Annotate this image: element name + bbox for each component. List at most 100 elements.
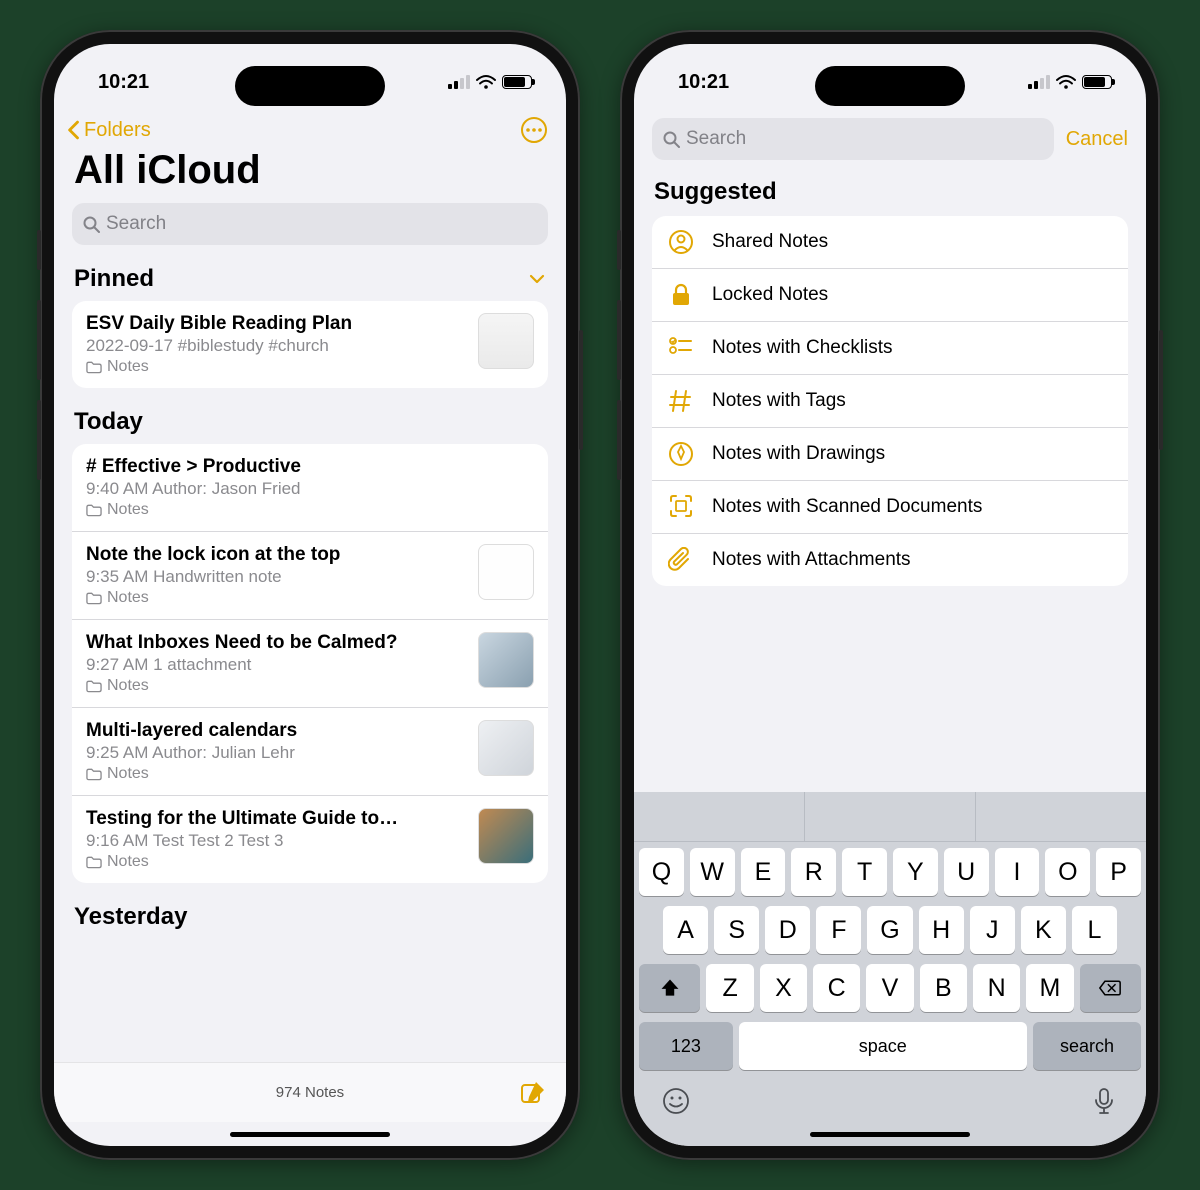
key-a[interactable]: A	[663, 906, 708, 954]
key-y[interactable]: Y	[893, 848, 938, 896]
note-row[interactable]: ESV Daily Bible Reading Plan2022-09-17 #…	[72, 301, 548, 388]
key-s[interactable]: S	[714, 906, 759, 954]
pinned-header[interactable]: Pinned	[54, 245, 566, 301]
note-folder: Notes	[86, 765, 468, 783]
keyboard: QWERTYUIOP ASDFGHJKL ZXCVBNM 123 space s…	[634, 792, 1146, 1122]
suggested-label: Notes with Checklists	[712, 337, 893, 359]
nav-bar: Folders	[54, 112, 566, 144]
status-time: 10:21	[678, 71, 729, 94]
note-thumbnail	[478, 632, 534, 688]
note-row[interactable]: What Inboxes Need to be Calmed?9:27 AM 1…	[72, 619, 548, 707]
suggested-item[interactable]: Notes with Drawings	[652, 427, 1128, 480]
folder-icon	[86, 360, 102, 374]
predictive-bar[interactable]	[634, 792, 1146, 842]
suggested-item[interactable]: Shared Notes	[652, 216, 1128, 268]
suggested-header: Suggested	[634, 172, 1146, 216]
note-subtitle: 9:25 AM Author: Julian Lehr	[86, 743, 468, 763]
key-f[interactable]: F	[816, 906, 861, 954]
suggested-label: Notes with Tags	[712, 390, 846, 412]
key-j[interactable]: J	[970, 906, 1015, 954]
note-title: Note the lock icon at the top	[86, 544, 468, 566]
key-i[interactable]: I	[995, 848, 1040, 896]
key-l[interactable]: L	[1072, 906, 1117, 954]
key-u[interactable]: U	[944, 848, 989, 896]
key-t[interactable]: T	[842, 848, 887, 896]
key-d[interactable]: D	[765, 906, 810, 954]
key-q[interactable]: Q	[639, 848, 684, 896]
folder-icon	[86, 767, 102, 781]
key-return[interactable]: search	[1033, 1022, 1141, 1070]
note-thumbnail	[478, 720, 534, 776]
search-icon	[662, 130, 680, 148]
suggested-label: Notes with Drawings	[712, 443, 885, 465]
key-c[interactable]: C	[813, 964, 860, 1012]
lock-icon	[668, 282, 694, 308]
key-b[interactable]: B	[920, 964, 967, 1012]
note-row[interactable]: Testing for the Ultimate Guide to…9:16 A…	[72, 795, 548, 883]
key-o[interactable]: O	[1045, 848, 1090, 896]
suggested-item[interactable]: Locked Notes	[652, 268, 1128, 321]
note-title: What Inboxes Need to be Calmed?	[86, 632, 468, 654]
key-w[interactable]: W	[690, 848, 735, 896]
key-h[interactable]: H	[919, 906, 964, 954]
note-row[interactable]: Multi-layered calendars9:25 AM Author: J…	[72, 707, 548, 795]
dictation-button[interactable]	[1089, 1086, 1119, 1116]
suggested-list: Shared Notes Locked Notes Notes with Check…	[652, 216, 1128, 586]
drawing-icon	[668, 441, 694, 467]
key-space[interactable]: space	[739, 1022, 1027, 1070]
note-title: # Effective > Productive	[86, 456, 534, 478]
note-row[interactable]: # Effective > Productive9:40 AM Author: …	[72, 444, 548, 531]
bottom-toolbar: 974 Notes	[54, 1062, 566, 1122]
key-x[interactable]: X	[760, 964, 807, 1012]
note-folder: Notes	[86, 501, 534, 519]
note-row[interactable]: Note the lock icon at the top9:35 AM Han…	[72, 531, 548, 619]
suggested-label: Shared Notes	[712, 231, 828, 253]
suggested-item[interactable]: Notes with Attachments	[652, 533, 1128, 586]
folder-icon	[86, 679, 102, 693]
key-z[interactable]: Z	[706, 964, 753, 1012]
note-subtitle: 9:16 AM Test Test 2 Test 3	[86, 831, 468, 851]
attach-icon	[668, 547, 694, 573]
suggested-label: Notes with Attachments	[712, 549, 911, 571]
search-field[interactable]: Search	[72, 203, 548, 245]
home-indicator[interactable]	[54, 1122, 566, 1146]
key-k[interactable]: K	[1021, 906, 1066, 954]
suggested-item[interactable]: Notes with Scanned Documents	[652, 480, 1128, 533]
checklist-icon	[668, 335, 694, 361]
note-thumbnail	[478, 808, 534, 864]
key-p[interactable]: P	[1096, 848, 1141, 896]
key-v[interactable]: V	[866, 964, 913, 1012]
cellular-icon	[1028, 75, 1050, 89]
more-button[interactable]	[520, 116, 548, 144]
suggested-item[interactable]: Notes with Checklists	[652, 321, 1128, 374]
wifi-icon	[1056, 74, 1076, 90]
emoji-button[interactable]	[661, 1086, 691, 1116]
note-thumbnail	[478, 544, 534, 600]
key-123[interactable]: 123	[639, 1022, 733, 1070]
cancel-button[interactable]: Cancel	[1066, 128, 1128, 151]
search-field[interactable]: Search	[652, 118, 1054, 160]
key-e[interactable]: E	[741, 848, 786, 896]
search-nav: Search Cancel	[634, 112, 1146, 172]
key-delete[interactable]	[1080, 964, 1141, 1012]
back-button[interactable]: Folders	[64, 118, 151, 142]
search-placeholder: Search	[106, 213, 166, 235]
key-n[interactable]: N	[973, 964, 1020, 1012]
suggested-item[interactable]: Notes with Tags	[652, 374, 1128, 427]
key-r[interactable]: R	[791, 848, 836, 896]
battery-icon	[1082, 75, 1112, 89]
compose-button[interactable]	[520, 1080, 546, 1106]
key-m[interactable]: M	[1026, 964, 1073, 1012]
note-title: Testing for the Ultimate Guide to…	[86, 808, 468, 830]
dynamic-island	[815, 66, 965, 106]
key-shift[interactable]	[639, 964, 700, 1012]
battery-icon	[502, 75, 532, 89]
note-subtitle: 2022-09-17 #biblestudy #church	[86, 336, 468, 356]
dynamic-island	[235, 66, 385, 106]
key-g[interactable]: G	[867, 906, 912, 954]
back-label: Folders	[84, 119, 151, 142]
home-indicator[interactable]	[634, 1122, 1146, 1146]
note-title: ESV Daily Bible Reading Plan	[86, 313, 468, 335]
note-folder: Notes	[86, 677, 468, 695]
yesterday-header: Yesterday	[54, 883, 566, 939]
